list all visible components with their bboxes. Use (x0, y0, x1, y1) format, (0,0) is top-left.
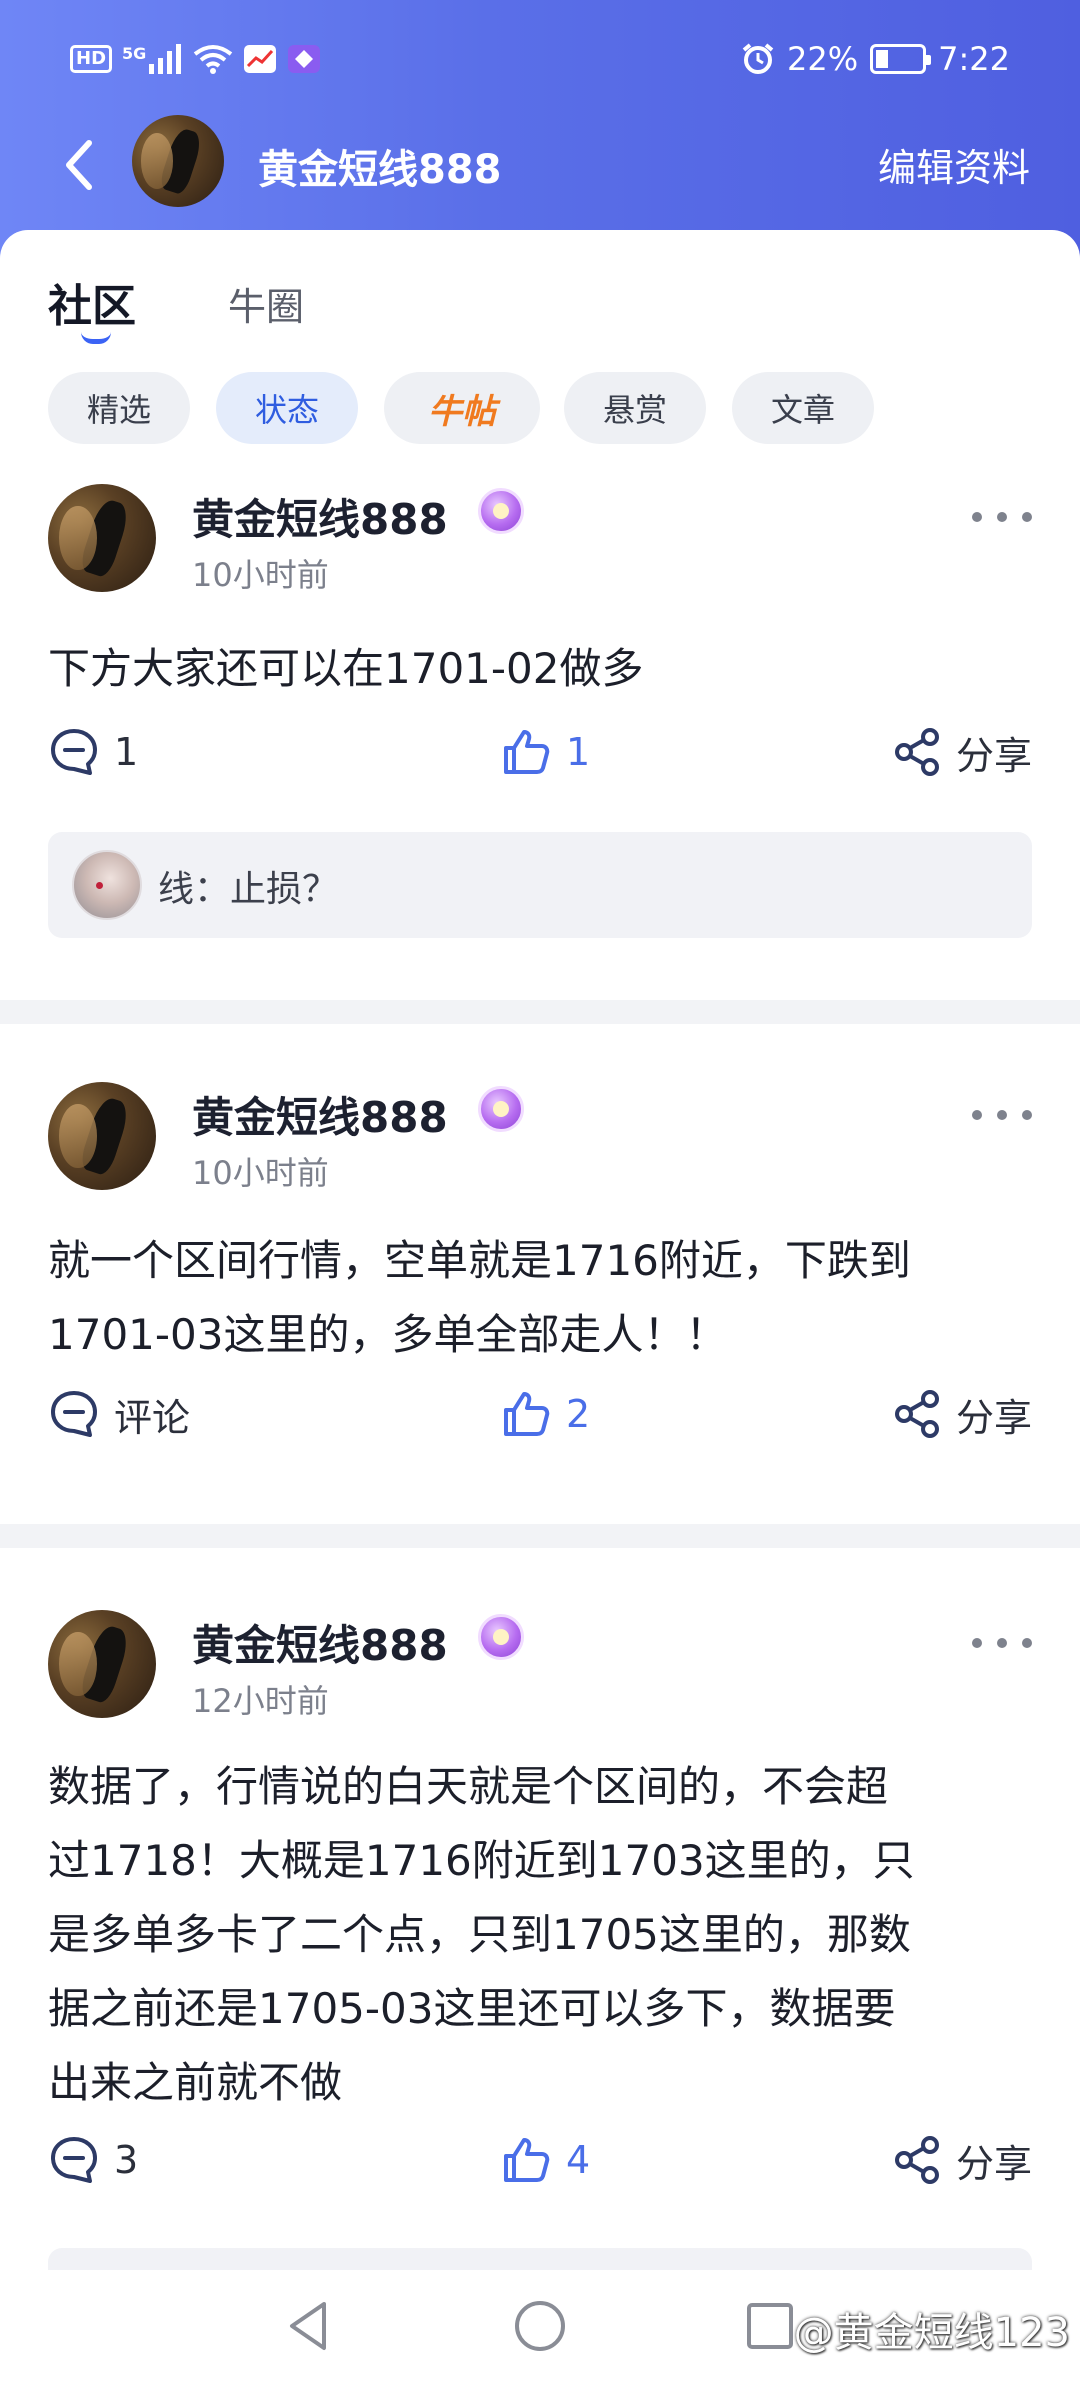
edit-profile-button[interactable]: 编辑资料 (878, 137, 1030, 192)
more-icon[interactable] (972, 1100, 1032, 1130)
post-avatar[interactable] (48, 484, 156, 592)
back-arrow-icon[interactable] (55, 135, 105, 195)
battery-icon (870, 44, 932, 74)
app-notification-icon (288, 45, 321, 73)
nav-back-icon[interactable] (280, 2296, 340, 2356)
share-label: 分享 (955, 733, 1032, 778)
avatar[interactable] (132, 115, 224, 207)
comment-button[interactable]: 3 (48, 2130, 138, 2190)
chip-niutie[interactable]: 牛帖 (384, 372, 540, 444)
comment-count: 3 (114, 2138, 139, 2182)
like-count: 4 (566, 2138, 591, 2182)
post-line: 出来之前就不做 (48, 2058, 343, 2107)
post-content[interactable]: 就一个区间行情，空单就是1716附近，下跌到 1701-03这里的，多单全部走人… (48, 1224, 1038, 1372)
post-divider (0, 1000, 1080, 1024)
network-label: 5G (122, 44, 147, 63)
post-divider (0, 1524, 1080, 1548)
post-card: 黄金短线888 12小时前 数据了，行情说的白天就是个区间的，不会超 过1718… (0, 1548, 1080, 2270)
more-icon[interactable] (972, 1628, 1032, 1658)
post-card: 黄金短线888 10小时前 下方大家还可以在1701-02做多 1 1 分享 线… (0, 480, 1080, 1000)
post-line: 下方大家还可以在1701-02做多 (48, 644, 644, 693)
post-line: 数据了，行情说的白天就是个区间的，不会超 (48, 1762, 889, 1811)
tab-niuquan[interactable]: 牛圈 (228, 276, 304, 331)
post-author[interactable]: 黄金短线888 (192, 1084, 448, 1145)
comment-icon (51, 1391, 97, 1437)
post-content[interactable]: 数据了，行情说的白天就是个区间的，不会超 过1718！大概是1716附近到170… (48, 1750, 1038, 2120)
comment-button[interactable]: 1 (48, 722, 138, 782)
tab-community[interactable]: 社区 (48, 270, 136, 334)
reply-preview[interactable]: 线：止损？ (48, 832, 1032, 938)
signal-bars-icon (149, 44, 182, 74)
vip-badge-icon (478, 1086, 524, 1132)
post-actions: 1 1 分享 (48, 722, 1032, 782)
comment-button[interactable]: 评论 (48, 1384, 190, 1444)
system-nav-bar: @黄金短线123 (0, 2270, 1080, 2388)
wifi-icon (194, 45, 233, 74)
watermark: @黄金短线123 (793, 2310, 1070, 2356)
title-bar: 黄金短线888 编辑资料 (0, 115, 1080, 215)
post-line: 是多单多卡了二个点，只到1705这里的，那数 (48, 1910, 911, 1959)
reply-avatar (72, 850, 142, 920)
chip-status[interactable]: 状态 (216, 372, 358, 444)
post-line: 据之前还是1705-03这里还可以多下，数据要 (48, 1984, 896, 2033)
post-author[interactable]: 黄金短线888 (192, 1612, 448, 1673)
share-label: 分享 (955, 1395, 1032, 1440)
share-icon (894, 1390, 939, 1438)
reply-preview[interactable] (48, 2248, 1032, 2270)
vip-badge-icon (478, 1614, 524, 1660)
share-button[interactable]: 分享 (892, 2130, 1032, 2190)
post-line: 1701-03这里的，多单全部走人！！ (48, 1310, 728, 1359)
post-time: 10小时前 (192, 556, 329, 594)
thumbs-up-icon (504, 730, 550, 774)
vip-badge-icon (478, 488, 524, 534)
more-icon[interactable] (972, 502, 1032, 532)
like-count: 2 (566, 1392, 591, 1436)
content-panel: 社区 牛圈 精选 状态 牛帖 悬赏 文章 黄金短线888 10小时前 下方大家还… (0, 230, 1080, 2270)
post-avatar[interactable] (48, 1082, 156, 1190)
status-bar: HD 5G 22% 7:22 (0, 40, 1080, 90)
thumbs-up-icon (504, 2138, 550, 2182)
share-icon (894, 2136, 939, 2184)
signal-icon: 5G (122, 44, 183, 74)
like-button[interactable]: 4 (500, 2130, 590, 2190)
like-button[interactable]: 1 (500, 722, 590, 782)
profile-name: 黄金短线888 (258, 147, 502, 193)
share-icon (894, 728, 939, 776)
post-line: 过1718！大概是1716附近到1703这里的，只 (48, 1836, 915, 1885)
chip-featured[interactable]: 精选 (48, 372, 190, 444)
comment-icon (51, 729, 97, 775)
post-avatar[interactable] (48, 1610, 156, 1718)
post-time: 10小时前 (192, 1154, 329, 1192)
stock-app-icon (244, 45, 277, 73)
nav-recents-icon[interactable] (740, 2296, 800, 2356)
battery-percent: 22% (787, 40, 859, 78)
post-actions: 3 4 分享 (48, 2130, 1032, 2190)
like-button[interactable]: 2 (500, 1384, 590, 1444)
tab-indicator (81, 332, 111, 344)
thumbs-up-icon (504, 1392, 550, 1436)
alarm-icon (742, 43, 774, 74)
comment-icon (51, 2137, 97, 2183)
post-time: 12小时前 (192, 1682, 329, 1720)
post-card: 黄金短线888 10小时前 就一个区间行情，空单就是1716附近，下跌到 170… (0, 1024, 1080, 1524)
post-actions: 评论 2 分享 (48, 1384, 1032, 1444)
post-author[interactable]: 黄金短线888 (192, 486, 448, 547)
hd-icon: HD (70, 45, 113, 73)
share-button[interactable]: 分享 (892, 722, 1032, 782)
clock: 7:22 (938, 40, 1010, 78)
chip-bounty[interactable]: 悬赏 (564, 372, 706, 444)
share-label: 分享 (955, 2141, 1032, 2186)
nav-home-icon[interactable] (510, 2296, 570, 2356)
chip-articles[interactable]: 文章 (732, 372, 874, 444)
share-button[interactable]: 分享 (892, 1384, 1032, 1444)
post-line: 就一个区间行情，空单就是1716附近，下跌到 (48, 1236, 911, 1285)
profile-header: HD 5G 22% 7:22 黄金短线888 编辑资料 (0, 0, 1080, 260)
comment-count: 1 (114, 730, 139, 774)
comment-label: 评论 (114, 1395, 191, 1440)
reply-text: 线：止损？ (158, 869, 339, 910)
post-content[interactable]: 下方大家还可以在1701-02做多 (48, 632, 1038, 706)
like-count: 1 (566, 730, 591, 774)
